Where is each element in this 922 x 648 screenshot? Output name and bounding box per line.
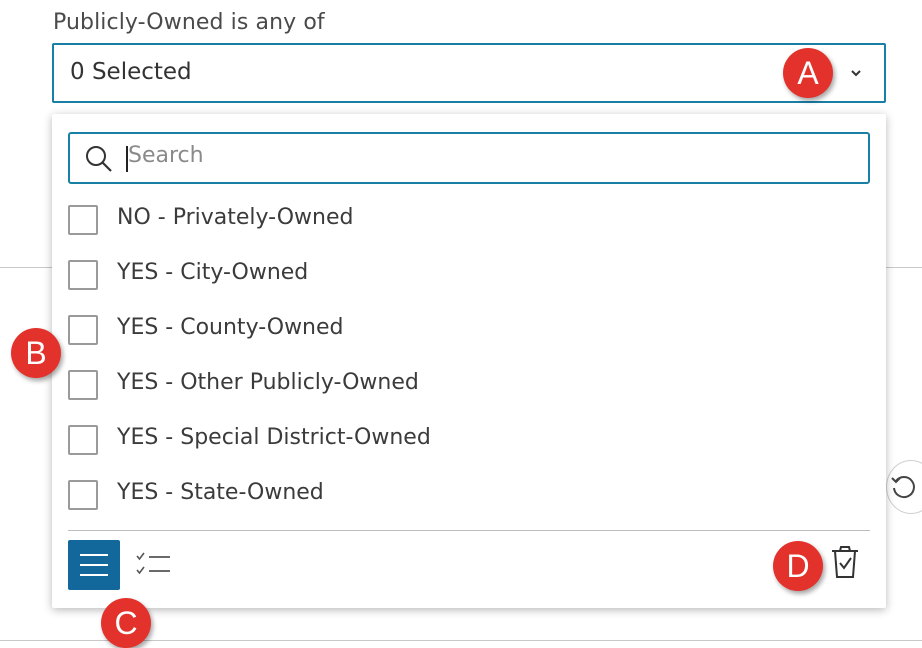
list-view-button[interactable]	[68, 540, 120, 590]
reset-icon	[891, 476, 915, 499]
callout-b: B	[11, 328, 61, 378]
option-item[interactable]: YES - Other Publicly-Owned	[68, 365, 828, 405]
option-checkbox[interactable]	[68, 370, 98, 400]
option-label: YES - State-Owned	[117, 480, 324, 505]
option-checkbox[interactable]	[68, 315, 98, 345]
option-label: YES - County-Owned	[117, 315, 344, 340]
filter-screen: Publicly-Owned is any of 0 Selected NO -…	[0, 0, 922, 648]
option-label: YES - Special District-Owned	[117, 425, 431, 450]
search-icon	[86, 146, 112, 172]
callout-c: C	[101, 598, 151, 648]
option-checkbox[interactable]	[68, 260, 98, 290]
trash-check-icon[interactable]	[830, 544, 860, 580]
callout-a: A	[783, 48, 833, 98]
option-item[interactable]: YES - Special District-Owned	[68, 420, 828, 460]
option-item[interactable]: YES - County-Owned	[68, 310, 828, 350]
chevron-down-icon	[851, 70, 861, 77]
publicly-owned-select[interactable]: 0 Selected	[52, 43, 886, 103]
dropdown-panel: NO - Privately-Owned YES - City-Owned YE…	[52, 114, 886, 608]
option-item[interactable]: YES - State-Owned	[68, 475, 828, 515]
option-checkbox[interactable]	[68, 480, 98, 510]
search-input[interactable]	[128, 143, 728, 168]
option-label: NO - Privately-Owned	[117, 205, 354, 230]
option-checkbox[interactable]	[68, 425, 98, 455]
option-item[interactable]: YES - City-Owned	[68, 255, 828, 295]
selected-count: 0 Selected	[70, 59, 192, 85]
option-item[interactable]: NO - Privately-Owned	[68, 200, 828, 240]
option-label: YES - City-Owned	[117, 260, 309, 285]
option-label: YES - Other Publicly-Owned	[117, 370, 419, 395]
reset-button[interactable]	[886, 460, 922, 514]
filter-label: Publicly-Owned is any of	[53, 10, 325, 35]
search-field[interactable]	[68, 132, 870, 184]
option-checkbox[interactable]	[68, 205, 98, 235]
checklist-icon[interactable]	[136, 550, 172, 580]
footer-divider	[68, 530, 870, 531]
callout-d: D	[773, 541, 823, 591]
